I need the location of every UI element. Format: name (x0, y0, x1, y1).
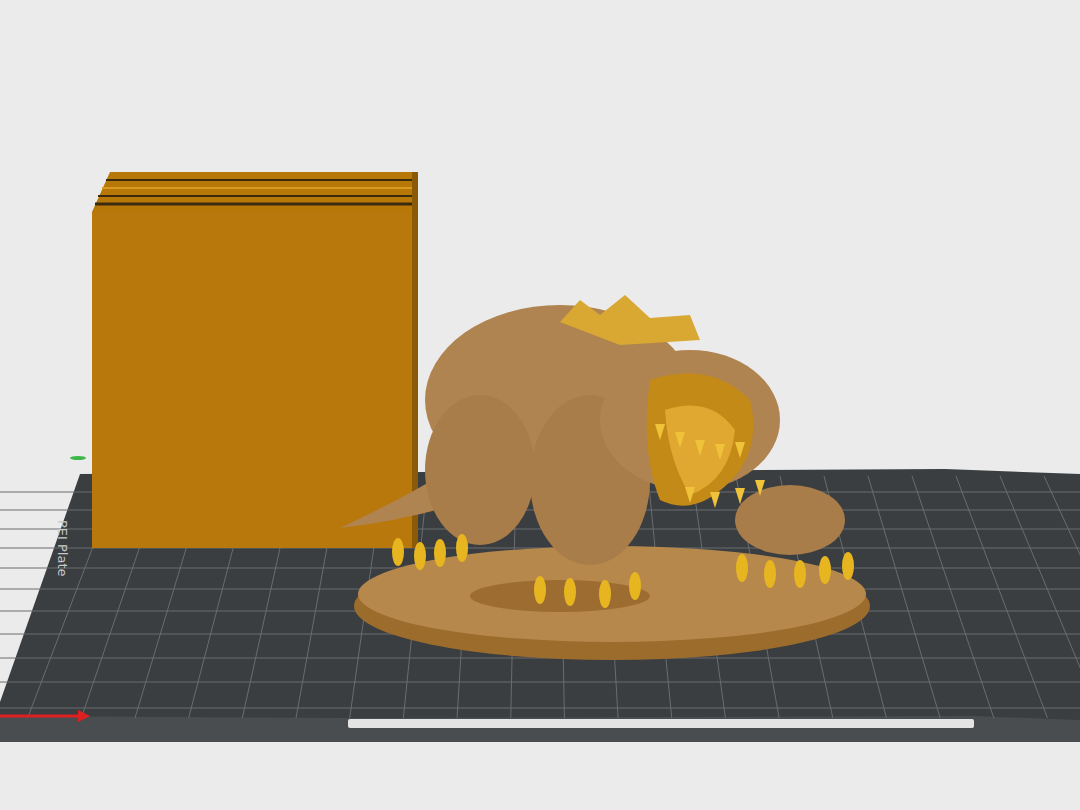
monster-model[interactable] (340, 295, 870, 660)
y-axis-icon (70, 456, 86, 460)
plate-label-strip (348, 719, 974, 728)
prime-tower[interactable] (92, 172, 418, 548)
x-axis-arrow-icon (78, 710, 90, 722)
x-axis-icon (0, 715, 78, 718)
plate-label: PEI Plate (55, 520, 70, 577)
viewport[interactable]: PEI Plate (0, 0, 1080, 810)
scene-canvas[interactable]: PEI Plate (0, 0, 1080, 810)
